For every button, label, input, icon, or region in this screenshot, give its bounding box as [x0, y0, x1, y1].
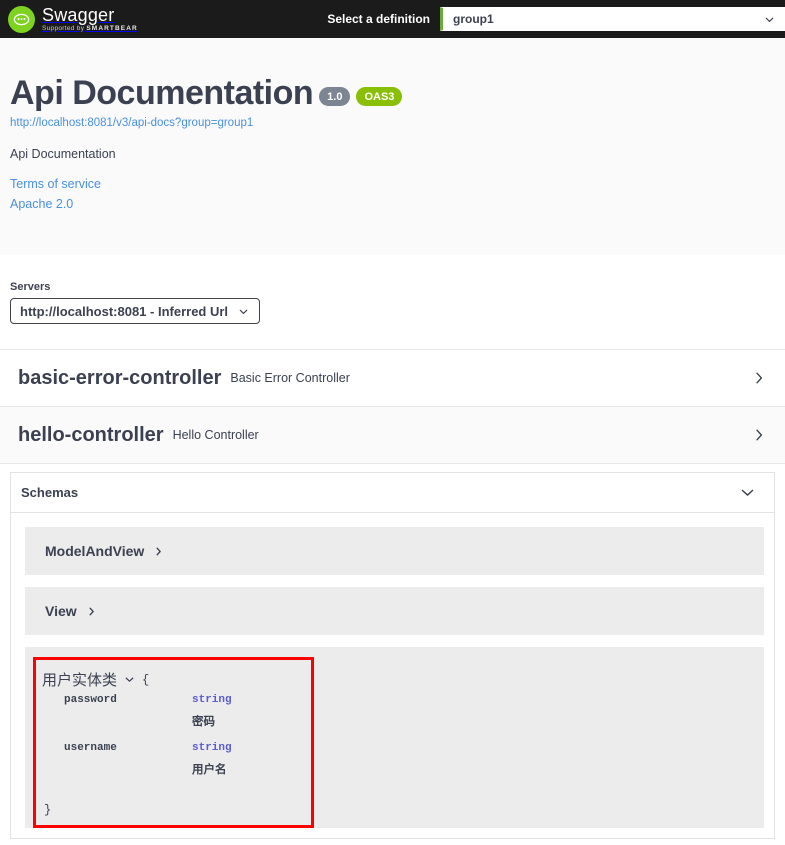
- schemas-title: Schemas: [21, 485, 79, 500]
- definition-select[interactable]: group1: [440, 7, 785, 31]
- chevron-down-icon: [237, 305, 250, 318]
- property-description-row: 用户名: [64, 761, 311, 777]
- model-card-inner: View: [45, 603, 744, 619]
- chevron-down-icon[interactable]: [739, 484, 756, 501]
- tag-description: Basic Error Controller: [230, 371, 350, 385]
- property-row-username: username string: [64, 742, 311, 754]
- open-brace: {: [142, 672, 150, 687]
- chevron-right-icon[interactable]: [153, 546, 164, 557]
- tag-section-basic-error-controller[interactable]: basic-error-controller Basic Error Contr…: [0, 350, 785, 407]
- schema-model-user-entity[interactable]: 用户实体类 { password string 密码 username stri…: [25, 647, 764, 828]
- property-description: 密码: [192, 716, 215, 728]
- swagger-logo-text: Swagger Supported by SMARTBEAR: [42, 6, 138, 33]
- swagger-logo-icon: [8, 5, 35, 33]
- api-links: Terms of service Apache 2.0: [10, 177, 775, 211]
- schemas-header[interactable]: Schemas: [11, 473, 774, 513]
- swagger-supported-by: Supported by SMARTBEAR: [42, 24, 138, 33]
- schemas-body: ModelAndView View 用户实体类 {password strin…: [11, 513, 774, 838]
- property-name: username: [64, 742, 117, 754]
- servers-label: Servers: [10, 281, 51, 293]
- api-description: Api Documentation: [10, 147, 116, 161]
- chevron-right-icon[interactable]: [751, 427, 767, 443]
- close-brace: }: [44, 803, 52, 817]
- property-row-password: password string: [64, 694, 311, 706]
- model-properties: password string 密码 username string 用户名: [42, 694, 311, 777]
- swagger-logo-link[interactable]: Swagger Supported by SMARTBEAR: [0, 5, 138, 33]
- topbar: Swagger Supported by SMARTBEAR Select a …: [0, 0, 785, 38]
- chevron-down-icon: [763, 13, 776, 26]
- tag-section-hello-controller[interactable]: hello-controller Hello Controller: [0, 407, 785, 464]
- api-info-block: Api Documentation 1.0 OAS3 http://localh…: [0, 38, 785, 255]
- model-card-inner: ModelAndView: [45, 543, 744, 559]
- property-description-row: 密码: [64, 713, 311, 729]
- page-title: Api Documentation: [10, 74, 314, 112]
- chevron-right-icon[interactable]: [751, 370, 767, 386]
- api-title-row: Api Documentation 1.0 OAS3: [10, 76, 775, 110]
- schema-model-view[interactable]: View: [25, 587, 764, 635]
- tag-name: hello-controller: [18, 423, 164, 446]
- supported-by-prefix: Supported by: [42, 24, 87, 32]
- server-select[interactable]: http://localhost:8081 - Inferred Url: [10, 298, 261, 324]
- schemas-panel: Schemas ModelAndView View 用户实体类 {passwo…: [10, 472, 775, 839]
- highlight-annotation-box: 用户实体类 { password string 密码 username stri…: [33, 657, 314, 828]
- property-name: password: [64, 694, 117, 706]
- servers-block: Servers http://localhost:8081 - Inferred…: [0, 255, 785, 349]
- server-select-value: http://localhost:8081 - Inferred Url: [20, 303, 229, 319]
- tag-description: Hello Controller: [172, 428, 259, 442]
- api-docs-url-link[interactable]: http://localhost:8081/v3/api-docs?group=…: [10, 117, 775, 129]
- version-badge: 1.0: [319, 87, 351, 106]
- model-name: 用户实体类: [42, 672, 118, 689]
- chevron-down-icon[interactable]: [124, 674, 135, 685]
- definition-select-value: group1: [453, 12, 494, 26]
- terms-of-service-link[interactable]: Terms of service: [10, 177, 775, 191]
- license-link[interactable]: Apache 2.0: [10, 197, 775, 211]
- schema-model-modelandview[interactable]: ModelAndView: [25, 527, 764, 575]
- property-description: 用户名: [192, 764, 227, 776]
- model-name: ModelAndView: [45, 543, 145, 559]
- oas-version-badge: OAS3: [356, 87, 403, 106]
- property-type: string: [192, 742, 232, 754]
- model-name: View: [45, 603, 77, 619]
- property-type: string: [192, 694, 232, 706]
- chevron-right-icon[interactable]: [86, 606, 97, 617]
- tag-name: basic-error-controller: [18, 366, 222, 389]
- smartbear-brand: SMARTBEAR: [86, 24, 138, 32]
- select-definition-label: Select a definition: [327, 12, 430, 26]
- swagger-wordmark: Swagger: [42, 4, 115, 25]
- model-header-line[interactable]: 用户实体类 {: [42, 669, 311, 690]
